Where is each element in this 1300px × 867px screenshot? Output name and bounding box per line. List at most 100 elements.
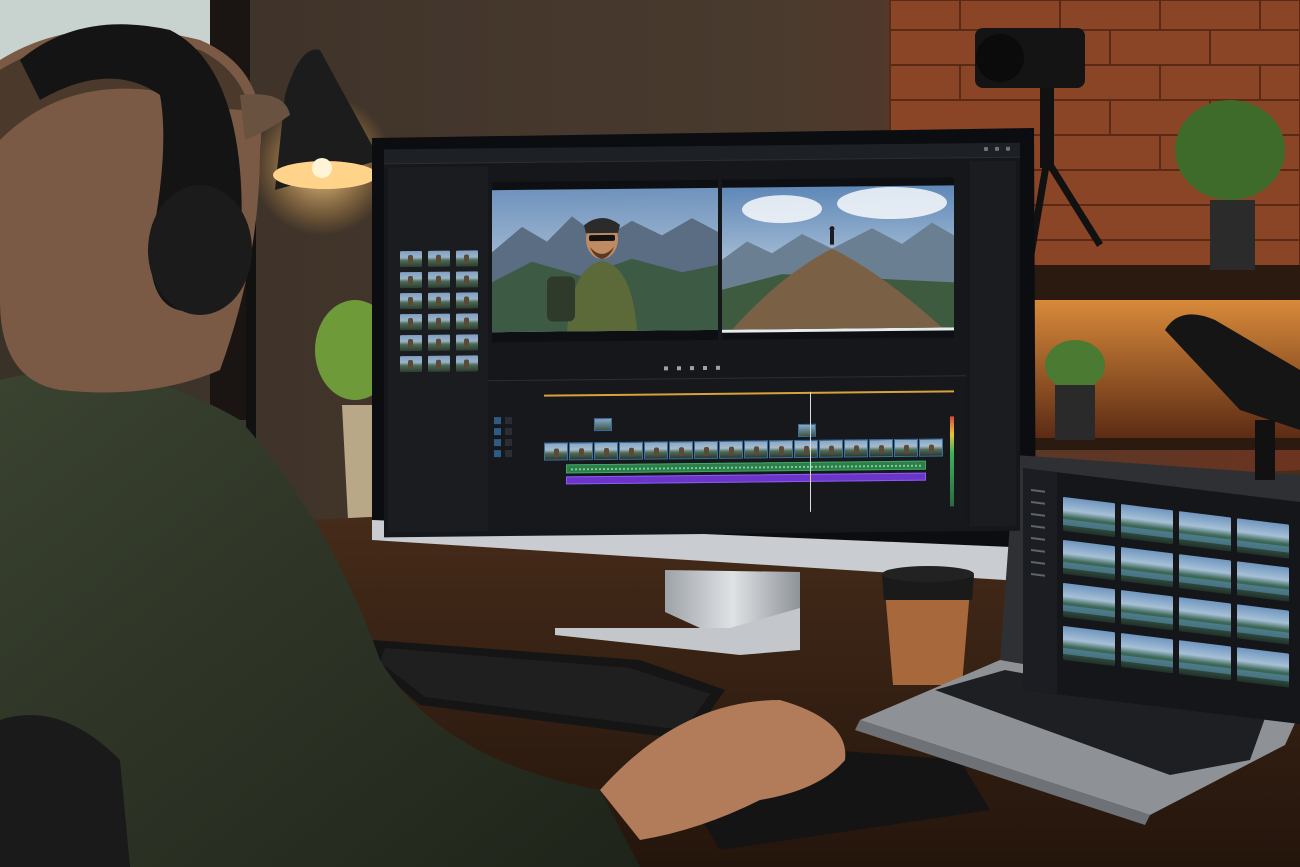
- video-clip[interactable]: [594, 441, 618, 461]
- sidebar-item[interactable]: [1031, 572, 1045, 577]
- track-toggle[interactable]: [505, 449, 512, 458]
- photo-tile[interactable]: [1237, 604, 1289, 645]
- track-header-buttons: [494, 416, 512, 458]
- photo-tile[interactable]: [1063, 496, 1115, 538]
- video-clip[interactable]: [694, 440, 718, 460]
- track-toggle[interactable]: [505, 438, 512, 447]
- media-thumbnail[interactable]: [428, 271, 450, 288]
- media-thumbnail[interactable]: [400, 355, 422, 373]
- photo-tile[interactable]: [1121, 504, 1173, 545]
- window-minimize-icon[interactable]: [984, 147, 988, 152]
- track-toggle[interactable]: [505, 427, 512, 436]
- video-clip[interactable]: [669, 441, 693, 460]
- program-viewer[interactable]: [722, 177, 954, 340]
- timeline-ruler[interactable]: [544, 390, 954, 397]
- video-clip[interactable]: [819, 439, 843, 458]
- audio-level-meter: [950, 416, 954, 507]
- coffee-cup: [882, 566, 974, 685]
- timeline-panel: [488, 375, 966, 532]
- video-clip[interactable]: [569, 442, 593, 461]
- photo-tile[interactable]: [1121, 547, 1173, 588]
- track-toggle[interactable]: [505, 416, 512, 425]
- video-clip[interactable]: [894, 438, 918, 457]
- media-thumbnail[interactable]: [400, 250, 422, 268]
- media-thumbnail[interactable]: [456, 355, 478, 372]
- laptop-screen: [1023, 468, 1300, 725]
- track-toggle[interactable]: [494, 428, 501, 436]
- video-clip[interactable]: [544, 442, 568, 461]
- media-thumbnail[interactable]: [428, 250, 450, 267]
- source-viewer[interactable]: [492, 179, 718, 343]
- media-thumbnail[interactable]: [456, 250, 478, 267]
- clip-marker[interactable]: [594, 417, 612, 432]
- media-thumbnail[interactable]: [400, 292, 422, 310]
- track-toggle[interactable]: [494, 439, 501, 447]
- window-maximize-icon[interactable]: [995, 146, 999, 151]
- photo-tile[interactable]: [1179, 640, 1231, 681]
- video-clip[interactable]: [644, 441, 668, 460]
- rewind-icon[interactable]: [677, 366, 681, 371]
- photo-tile[interactable]: [1121, 633, 1173, 674]
- wall-shelf: [1020, 265, 1300, 305]
- laptop-photo-grid: [1063, 496, 1289, 688]
- playhead[interactable]: [810, 391, 811, 512]
- audio-track-1[interactable]: [566, 460, 926, 474]
- media-thumbnail[interactable]: [428, 292, 450, 309]
- sidebar-item[interactable]: [1031, 560, 1045, 565]
- video-clip[interactable]: [844, 439, 868, 458]
- effects-panel: [970, 160, 1016, 527]
- photo-tile[interactable]: [1179, 511, 1231, 552]
- transport-controls: [664, 365, 720, 371]
- photo-tile[interactable]: [1063, 625, 1115, 667]
- audio-track-2[interactable]: [566, 472, 926, 485]
- media-thumbnail[interactable]: [456, 271, 478, 288]
- media-thumbnail[interactable]: [428, 313, 450, 330]
- media-thumbnail[interactable]: [456, 334, 478, 351]
- media-thumbnail[interactable]: [456, 313, 478, 330]
- photo-tile[interactable]: [1121, 590, 1173, 631]
- sidebar-item[interactable]: [1031, 512, 1045, 517]
- fast-forward-icon[interactable]: [703, 365, 707, 370]
- photo-tile[interactable]: [1063, 539, 1115, 581]
- window-close-icon[interactable]: [1006, 146, 1010, 151]
- media-thumbnail-grid: [400, 250, 484, 373]
- photo-tile[interactable]: [1237, 647, 1289, 688]
- media-thumbnail[interactable]: [428, 355, 450, 372]
- video-clip[interactable]: [769, 440, 793, 459]
- sidebar-item[interactable]: [1031, 524, 1045, 529]
- sidebar-item[interactable]: [1031, 548, 1045, 553]
- media-thumbnail[interactable]: [428, 334, 450, 351]
- video-clip[interactable]: [719, 440, 743, 459]
- media-thumbnail[interactable]: [400, 334, 422, 352]
- video-clip[interactable]: [869, 438, 893, 458]
- clip-marker[interactable]: [798, 423, 816, 437]
- track-toggle[interactable]: [494, 450, 501, 458]
- video-clip[interactable]: [744, 440, 768, 459]
- program-frame-image: [722, 185, 954, 333]
- sidebar-item[interactable]: [1031, 488, 1045, 493]
- source-frame-image: [492, 187, 718, 333]
- laptop-sidebar: [1023, 468, 1057, 695]
- video-clip[interactable]: [794, 439, 818, 459]
- media-browser-panel: [388, 166, 488, 533]
- video-clip[interactable]: [919, 438, 943, 457]
- photo-tile[interactable]: [1237, 561, 1289, 602]
- video-track: [544, 438, 943, 461]
- step-forward-icon[interactable]: [716, 365, 720, 370]
- photo-tile[interactable]: [1237, 518, 1289, 559]
- sidebar-item[interactable]: [1031, 536, 1045, 541]
- media-thumbnail[interactable]: [400, 271, 422, 289]
- photo-tile[interactable]: [1179, 597, 1231, 638]
- play-icon[interactable]: [690, 366, 694, 371]
- window-controls: [984, 146, 1010, 152]
- step-back-icon[interactable]: [664, 366, 668, 371]
- video-clip[interactable]: [619, 441, 643, 460]
- media-thumbnail[interactable]: [456, 292, 478, 309]
- editing-desk-photo: [0, 0, 1300, 867]
- photo-tile[interactable]: [1063, 582, 1115, 624]
- video-editor-screen: [384, 142, 1020, 538]
- photo-tile[interactable]: [1179, 554, 1231, 595]
- track-toggle[interactable]: [494, 417, 501, 425]
- sidebar-item[interactable]: [1031, 500, 1045, 505]
- media-thumbnail[interactable]: [400, 313, 422, 331]
